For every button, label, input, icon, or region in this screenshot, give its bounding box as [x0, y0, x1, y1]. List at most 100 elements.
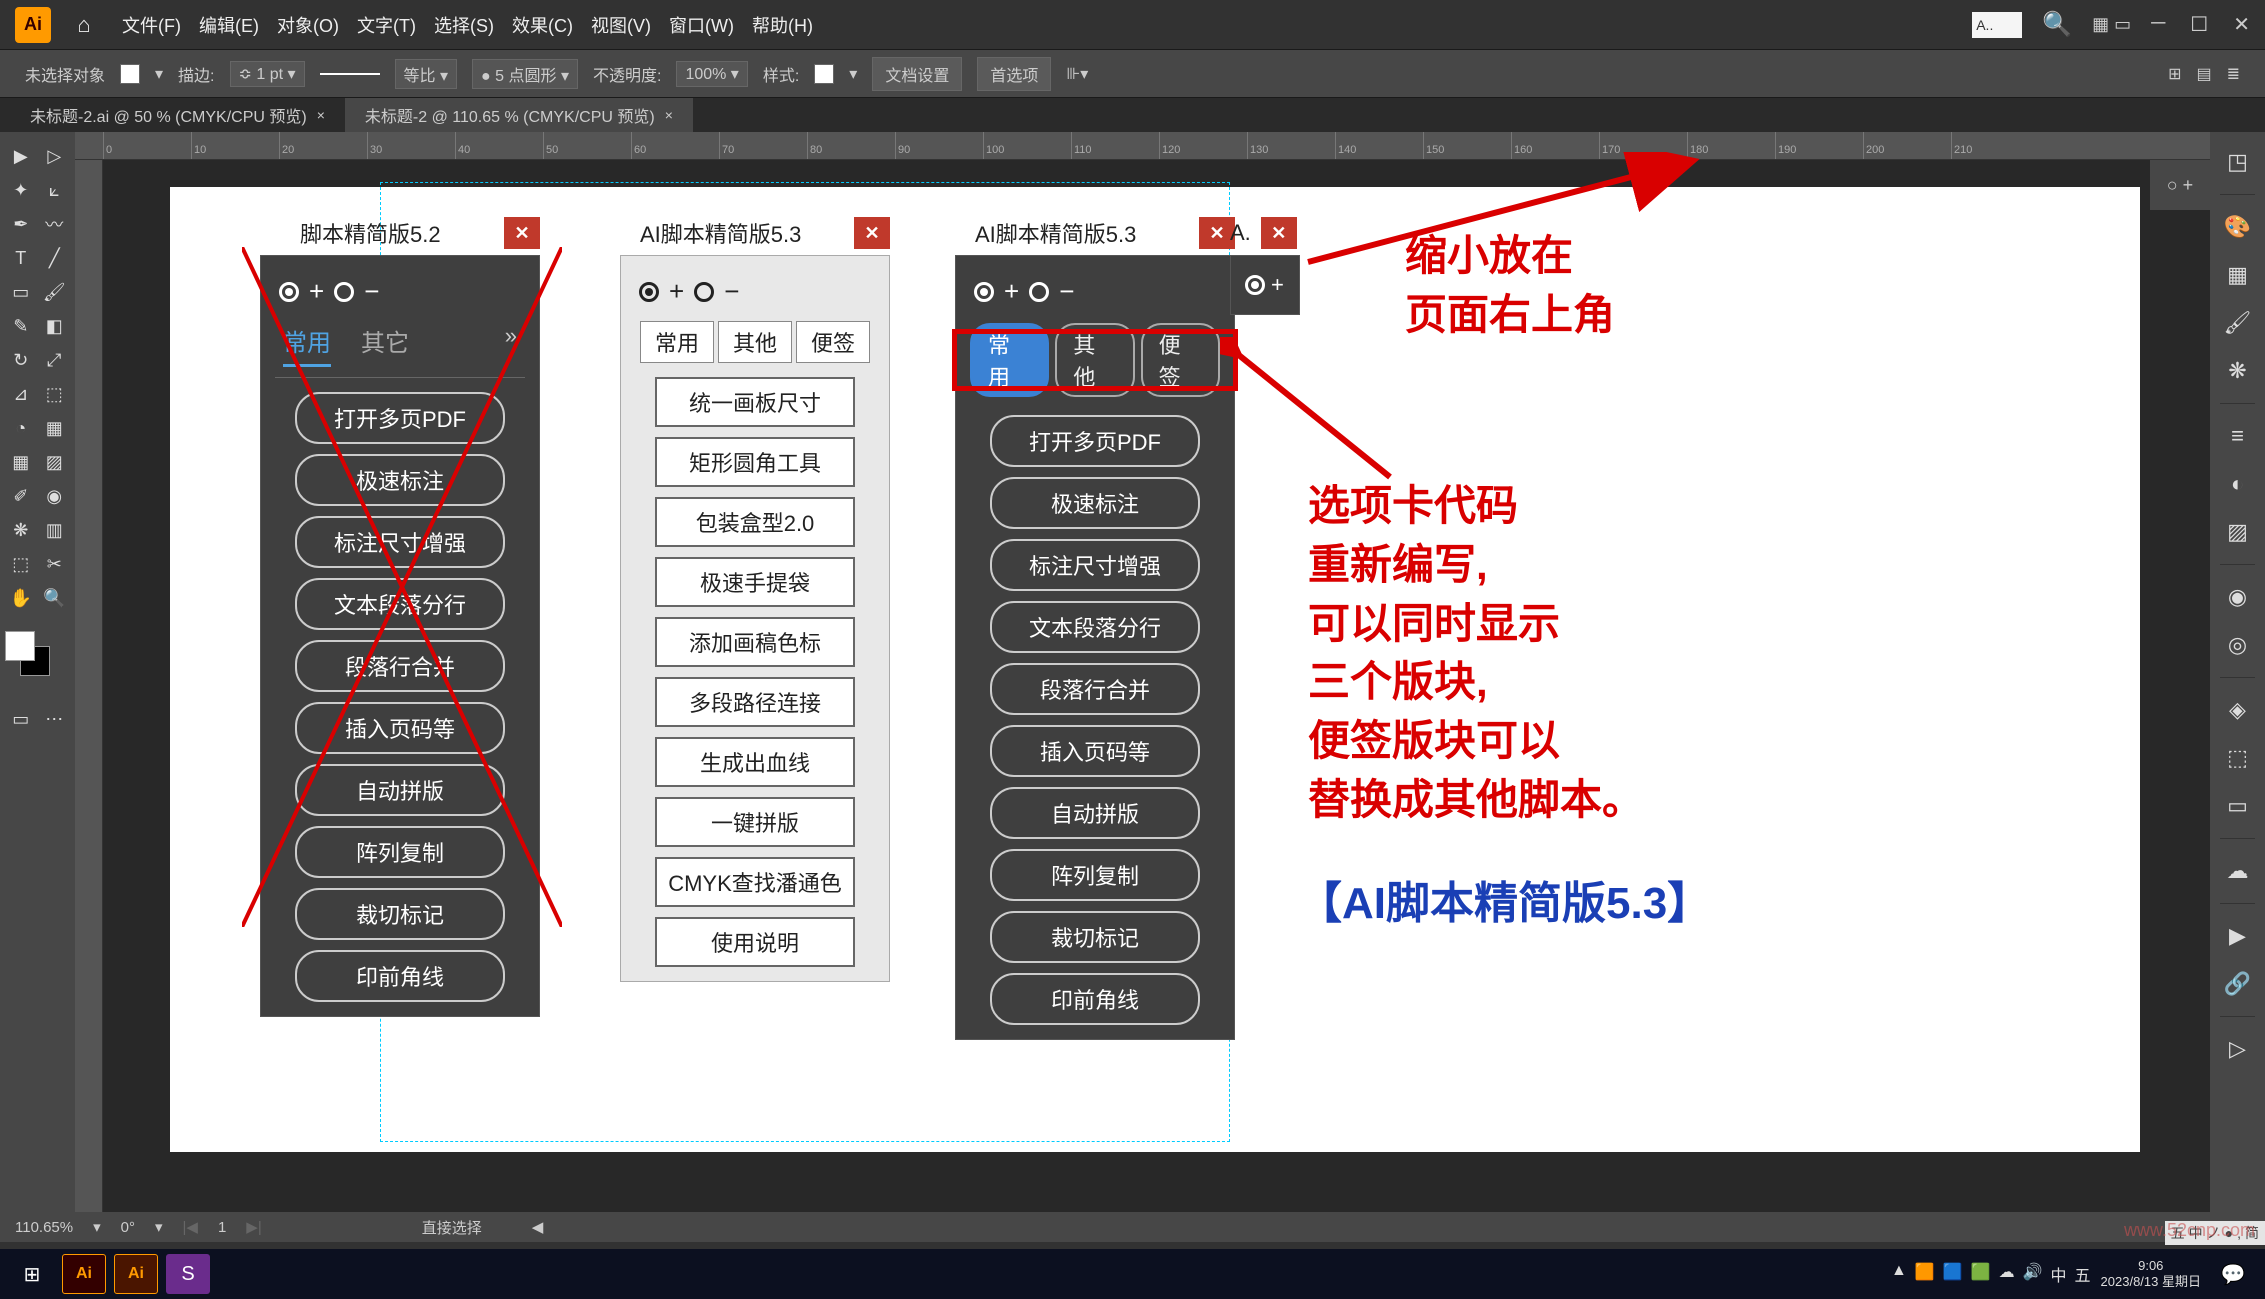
panel-menu-icon[interactable]: ≣ — [2227, 64, 2240, 84]
color-panel-icon[interactable]: 🎨 — [2218, 207, 2258, 247]
gradient-tool[interactable]: ▨ — [39, 446, 71, 478]
artboard-nav[interactable]: 1 — [218, 1219, 226, 1236]
canvas[interactable]: 0102030405060708090100110120130140150160… — [75, 132, 2210, 1212]
menu-type[interactable]: 文字(T) — [357, 12, 416, 38]
scale-tool[interactable]: ⤢ — [39, 344, 71, 376]
rectangle-tool[interactable]: ▭ — [5, 276, 37, 308]
script-button[interactable]: 阵列复制 — [295, 826, 505, 878]
play-panel-icon[interactable]: ▷ — [2218, 1029, 2258, 1069]
symbol-sprayer-tool[interactable]: ❋ — [5, 514, 37, 546]
brushes-panel-icon[interactable]: 🖌 — [2218, 303, 2258, 343]
tray-icon[interactable]: 🟦 — [1943, 1262, 1963, 1286]
script-button[interactable]: CMYK查找潘通色 — [655, 857, 855, 907]
width-tool[interactable]: ⊿ — [5, 378, 37, 410]
menu-edit[interactable]: 编辑(E) — [199, 12, 259, 38]
script-button[interactable]: 文本段落分行 — [295, 578, 505, 630]
notifications-icon[interactable]: 💬 — [2211, 1254, 2255, 1294]
script-button[interactable]: 自动拼版 — [295, 764, 505, 816]
panel-toggle-icon[interactable]: ⊞ — [2168, 64, 2181, 84]
hand-tool[interactable]: ✋ — [5, 582, 37, 614]
panel1-close-button[interactable]: ✕ — [504, 217, 540, 249]
script-button[interactable]: 段落行合并 — [295, 640, 505, 692]
radio-on-icon[interactable] — [974, 282, 994, 302]
lasso-tool[interactable]: ⟀ — [39, 174, 71, 206]
script-button[interactable]: 打开多页PDF — [295, 392, 505, 444]
tiny-floating-panel[interactable]: A.. — [1972, 12, 2022, 38]
radio-off-icon[interactable] — [1029, 282, 1049, 302]
screen-mode[interactable]: ▭ — [5, 703, 37, 735]
zoom-level[interactable]: 110.65% — [15, 1219, 73, 1236]
workspace-switcher[interactable]: ▦ ▭ — [2092, 14, 2131, 35]
script-button[interactable]: 裁切标记 — [295, 888, 505, 940]
eyedropper-tool[interactable]: ✐ — [5, 480, 37, 512]
artboards-panel-icon[interactable]: ▭ — [2218, 786, 2258, 826]
ime-icon[interactable]: 中 — [2051, 1262, 2067, 1286]
radio-on-icon[interactable] — [639, 282, 659, 302]
panel2-tab-notes[interactable]: 便签 — [796, 321, 870, 363]
script-button[interactable]: 插入页码等 — [990, 725, 1200, 777]
edit-toolbar[interactable]: ⋯ — [39, 703, 71, 735]
appearance-panel-icon[interactable]: ◉ — [2218, 577, 2258, 617]
script-button[interactable]: 生成出血线 — [655, 737, 855, 787]
close-icon[interactable]: × — [665, 107, 673, 123]
libraries-panel-icon[interactable]: ☁ — [2218, 851, 2258, 891]
script-button[interactable]: 自动拼版 — [990, 787, 1200, 839]
script-button[interactable]: 矩形圆角工具 — [655, 437, 855, 487]
taskbar-ai-2[interactable]: Ai — [114, 1254, 158, 1294]
script-button[interactable]: 裁切标记 — [990, 911, 1200, 963]
brush-profile[interactable]: ● 5 点圆形 ▾ — [472, 59, 578, 89]
menu-select[interactable]: 选择(S) — [434, 12, 494, 38]
actions-panel-icon[interactable]: ▶ — [2218, 916, 2258, 956]
script-button[interactable]: 阵列复制 — [990, 849, 1200, 901]
volume-icon[interactable]: 🔊 — [2023, 1262, 2043, 1286]
radio-on-icon[interactable] — [279, 282, 299, 302]
magic-wand-tool[interactable]: ✦ — [5, 174, 37, 206]
panel2-tab-common[interactable]: 常用 — [640, 321, 714, 363]
fill-stroke-control[interactable] — [5, 631, 55, 681]
properties-panel-icon[interactable]: ◳ — [2218, 142, 2258, 182]
menu-help[interactable]: 帮助(H) — [752, 12, 813, 38]
tray-icon[interactable]: ☁ — [1999, 1262, 2015, 1286]
close-icon[interactable]: × — [317, 107, 325, 123]
workspace-dock[interactable]: ○ + — [2150, 160, 2210, 210]
panel1-tab-common[interactable]: 常用 — [283, 323, 331, 367]
taskbar-ai-1[interactable]: Ai — [62, 1254, 106, 1294]
style-swatch[interactable] — [814, 64, 834, 84]
script-button[interactable]: 添加画稿色标 — [655, 617, 855, 667]
script-button[interactable]: 使用说明 — [655, 917, 855, 967]
stroke-weight[interactable]: ≎ 1 pt ▾ — [230, 61, 305, 87]
shaper-tool[interactable]: ✎ — [5, 310, 37, 342]
system-tray[interactable]: ▲ 🟧 🟦 🟩 ☁ 🔊 中 五 — [1891, 1262, 2091, 1286]
script-button[interactable]: 标注尺寸增强 — [295, 516, 505, 568]
script-button[interactable]: 印前角线 — [990, 973, 1200, 1025]
swatches-panel-icon[interactable]: ▦ — [2218, 255, 2258, 295]
gradient-panel-icon[interactable]: ◐ — [2218, 464, 2258, 504]
stroke-panel-icon[interactable]: ≡ — [2218, 416, 2258, 456]
zoom-tool[interactable]: 🔍 — [39, 582, 71, 614]
transparency-panel-icon[interactable]: ▨ — [2218, 512, 2258, 552]
panel2-tab-other[interactable]: 其他 — [718, 321, 792, 363]
tray-icon[interactable]: ▲ — [1891, 1262, 1907, 1286]
align-icon[interactable]: ⊪▾ — [1066, 64, 1088, 84]
script-button[interactable]: 极速标注 — [990, 477, 1200, 529]
doc-tab-2[interactable]: 未标题-2 @ 110.65 % (CMYK/CPU 预览)× — [345, 98, 693, 132]
shape-builder-tool[interactable]: ◔ — [5, 412, 37, 444]
clock[interactable]: 9:06 2023/8/13 星期日 — [2101, 1258, 2201, 1289]
menu-effect[interactable]: 效果(C) — [512, 12, 573, 38]
maximize-button[interactable]: ☐ — [2190, 12, 2208, 37]
asset-panel-icon[interactable]: ⬚ — [2218, 738, 2258, 778]
mesh-tool[interactable]: ▦ — [5, 446, 37, 478]
close-window-button[interactable]: ✕ — [2233, 12, 2250, 37]
blend-tool[interactable]: ◉ — [39, 480, 71, 512]
free-transform-tool[interactable]: ⬚ — [39, 378, 71, 410]
rotation[interactable]: 0° — [121, 1219, 135, 1236]
tray-icon[interactable]: 🟧 — [1915, 1262, 1935, 1286]
ime-icon[interactable]: 五 — [2075, 1262, 2091, 1286]
slice-tool[interactable]: ✂ — [39, 548, 71, 580]
tray-icon[interactable]: 🟩 — [1971, 1262, 1991, 1286]
home-icon[interactable]: ⌂ — [66, 7, 102, 43]
symbols-panel-icon[interactable]: ❋ — [2218, 351, 2258, 391]
script-button[interactable]: 文本段落分行 — [990, 601, 1200, 653]
type-tool[interactable]: T — [5, 242, 37, 274]
script-button[interactable]: 统一画板尺寸 — [655, 377, 855, 427]
